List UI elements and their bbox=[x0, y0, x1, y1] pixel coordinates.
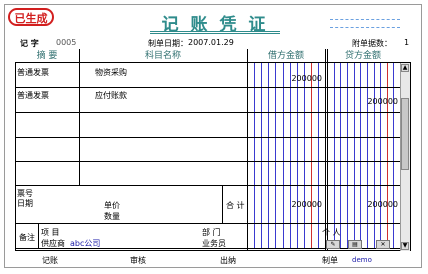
row-line-4 bbox=[15, 161, 401, 162]
row1-account[interactable]: 物资采购 bbox=[95, 67, 127, 78]
credit-grid-line-5 bbox=[360, 63, 362, 248]
voucher-word-label: 记 字 bbox=[20, 39, 39, 48]
credit-grid-line-4 bbox=[353, 63, 355, 248]
col-credit: 贷方金额 bbox=[344, 51, 381, 61]
row1-debit[interactable]: 200000 bbox=[280, 74, 322, 83]
department-label: 部 门 bbox=[202, 228, 221, 237]
debit-grid-line-1 bbox=[254, 63, 256, 248]
debit-grid-line-8 bbox=[303, 63, 305, 248]
row1-summary[interactable]: 普通发票 bbox=[17, 67, 49, 78]
credit-grid-line-3 bbox=[346, 63, 348, 248]
debit-grid-line-5 bbox=[282, 63, 284, 248]
ticket-date-label: 日期 bbox=[17, 199, 33, 208]
dashed-line-top bbox=[330, 19, 400, 20]
cashier-label: 出纳 bbox=[220, 256, 236, 265]
supplier-value[interactable]: abc公司 bbox=[70, 238, 100, 249]
debit-grid-line-4 bbox=[275, 63, 277, 248]
row2-account[interactable]: 应付账款 bbox=[95, 90, 127, 101]
col-summary: 摘 要 bbox=[36, 51, 58, 61]
dashed-line-bottom bbox=[330, 27, 400, 28]
unit-price-label: 单价 bbox=[104, 201, 120, 210]
debit-grid-line-6 bbox=[289, 63, 291, 248]
person-label: 个 人 bbox=[322, 228, 341, 237]
total-credit: 200000 bbox=[367, 200, 398, 209]
total-debit: 200000 bbox=[291, 200, 322, 209]
supplier-label: 供应商 bbox=[41, 239, 65, 248]
credit-grid-line-2 bbox=[340, 63, 342, 248]
row-line-1 bbox=[15, 87, 401, 88]
bookkeeping-label: 记账 bbox=[42, 256, 58, 265]
row-line-2 bbox=[15, 112, 401, 113]
credit-grid-line-7 bbox=[373, 63, 375, 248]
credit-grid-line-9 bbox=[386, 63, 388, 248]
attachments-label: 附单据数： bbox=[352, 39, 392, 48]
divider-debit-credit bbox=[325, 49, 326, 251]
debit-grid-line-2 bbox=[261, 63, 263, 248]
total-divider bbox=[222, 185, 223, 223]
project-label: 项 目 bbox=[41, 228, 60, 237]
row-line-6 bbox=[15, 223, 401, 224]
notes-detail-icon[interactable]: ▤ bbox=[348, 240, 362, 249]
col-debit: 借方金额 bbox=[267, 51, 304, 61]
scroll-thumb[interactable] bbox=[401, 98, 409, 170]
notes-divider bbox=[38, 223, 39, 248]
title-underline bbox=[150, 31, 280, 32]
divider-debit-credit-2 bbox=[327, 49, 328, 251]
debit-grid-line-3 bbox=[268, 63, 270, 248]
salesperson-label: 业务员 bbox=[202, 239, 226, 248]
divider-account-debit bbox=[247, 49, 248, 251]
credit-grid-line-10 bbox=[393, 63, 395, 248]
notes-label: 备注 bbox=[19, 233, 35, 242]
col-account: 科目名称 bbox=[144, 51, 181, 61]
scroll-up-icon[interactable]: ▲ bbox=[401, 64, 409, 72]
preparer-label: 制单 bbox=[322, 256, 338, 265]
row-line-5 bbox=[15, 185, 401, 186]
row2-summary[interactable]: 普通发票 bbox=[17, 90, 49, 101]
notes-cancel-icon[interactable]: ✕ bbox=[376, 240, 390, 249]
total-label: 合 计 bbox=[226, 201, 245, 210]
row2-credit[interactable]: 200000 bbox=[352, 97, 398, 106]
row-line-3 bbox=[15, 137, 401, 138]
divider-summary-account bbox=[79, 49, 80, 185]
credit-grid-line-1 bbox=[333, 63, 335, 248]
debit-grid-line-9 bbox=[310, 63, 312, 248]
preparer-value: demo bbox=[352, 256, 372, 264]
voucher-table bbox=[15, 49, 411, 251]
title-underline-2 bbox=[150, 33, 280, 34]
voucher-number[interactable]: 0005 bbox=[56, 38, 76, 47]
quantity-label: 数量 bbox=[104, 212, 120, 221]
credit-grid-line-8 bbox=[380, 63, 382, 248]
notes-edit-icon[interactable]: ✎ bbox=[326, 240, 340, 249]
voucher-date[interactable]: 2007.01.29 bbox=[188, 38, 234, 47]
attachments-count[interactable]: 1 bbox=[404, 38, 409, 47]
scroll-down-icon[interactable]: ▼ bbox=[401, 242, 409, 250]
credit-grid-line-6 bbox=[366, 63, 368, 248]
debit-grid-line-7 bbox=[296, 63, 298, 248]
date-label: 制单日期： bbox=[148, 39, 188, 48]
debit-grid-line-10 bbox=[317, 63, 319, 248]
generated-stamp: 已生成 bbox=[8, 8, 54, 26]
review-label: 审核 bbox=[130, 256, 146, 265]
